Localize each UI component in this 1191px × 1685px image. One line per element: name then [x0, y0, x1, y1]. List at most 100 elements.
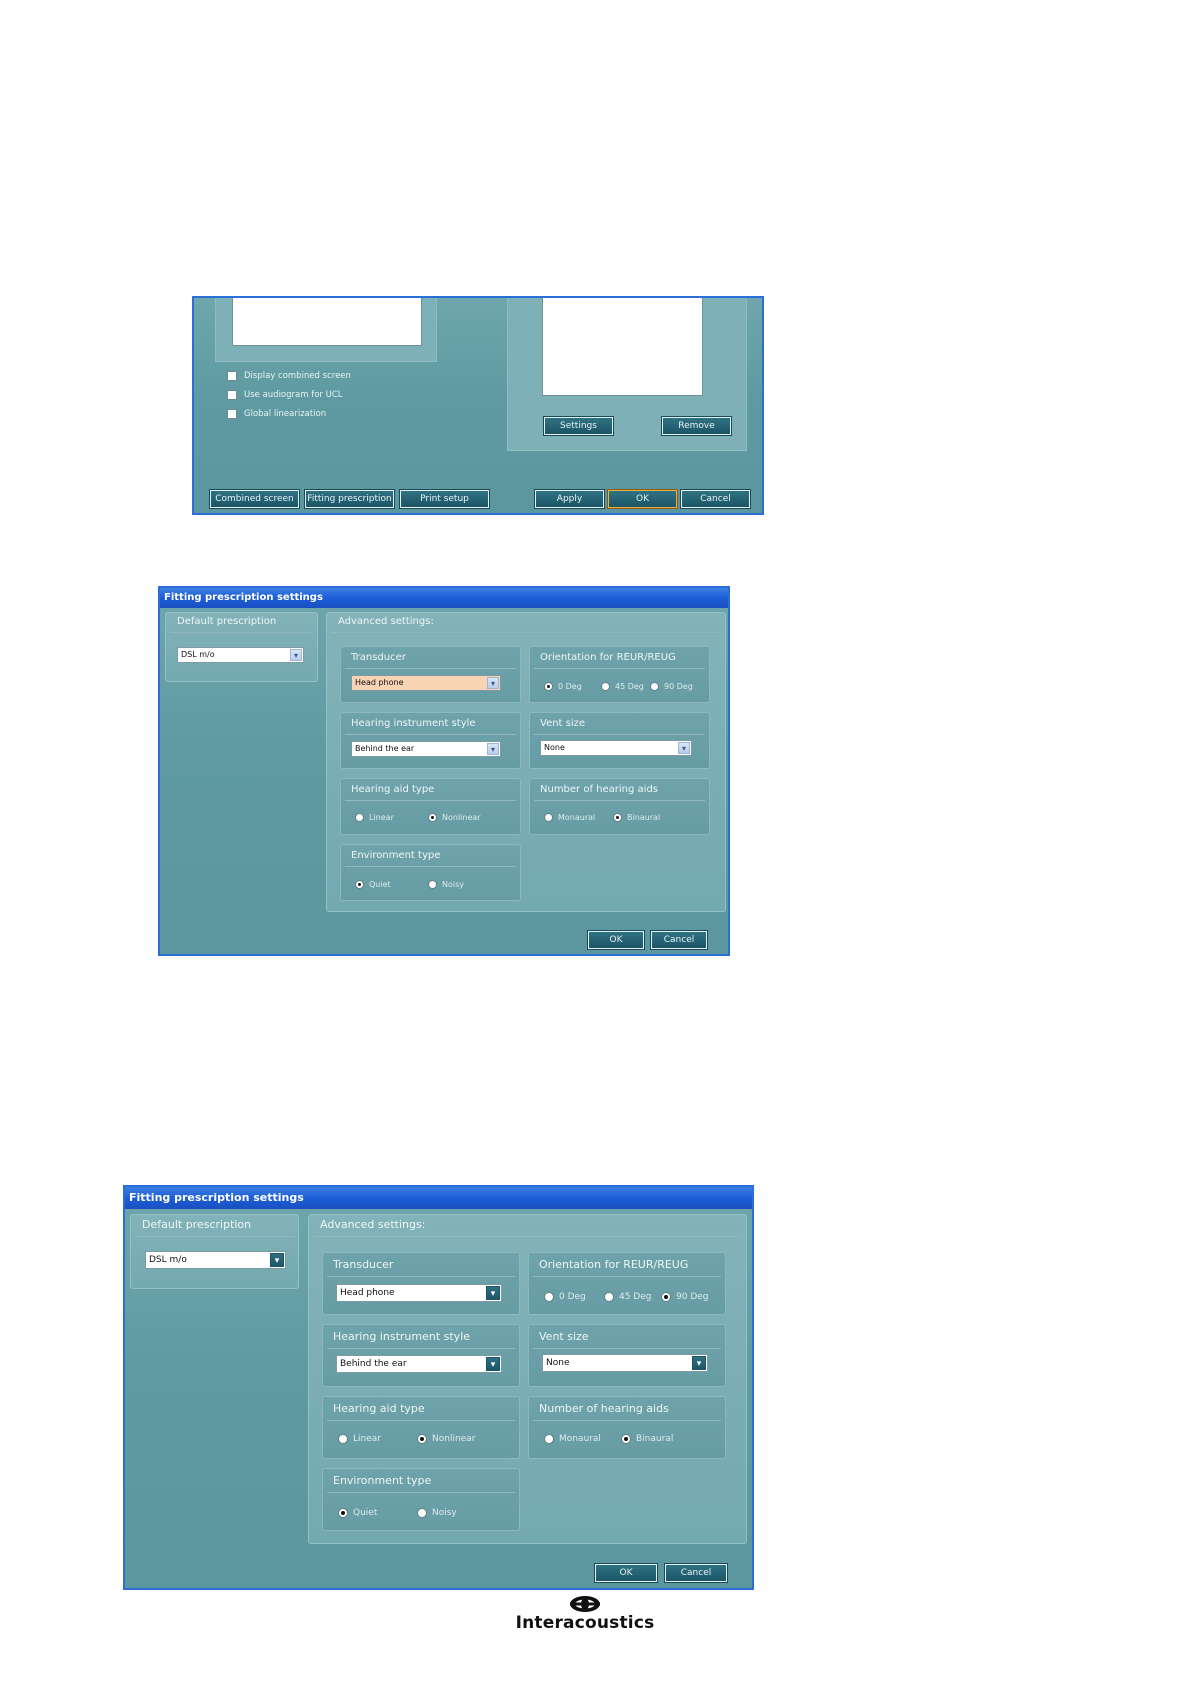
- noisy-radio[interactable]: Noisy: [417, 1508, 457, 1518]
- noisy-radio[interactable]: Noisy: [428, 880, 464, 889]
- divider: [345, 668, 516, 669]
- radio-button[interactable]: [417, 1434, 427, 1444]
- chevron-down-icon[interactable]: ▾: [486, 1357, 500, 1371]
- radio-button[interactable]: [604, 1292, 614, 1302]
- settings-button[interactable]: Settings: [543, 416, 614, 436]
- environment-type-label: Environment type: [333, 1474, 432, 1487]
- radio-button[interactable]: [544, 1292, 554, 1302]
- default-prescription-label: Default prescription: [177, 616, 277, 627]
- ok-button[interactable]: OK: [587, 930, 645, 950]
- radio-button[interactable]: [544, 813, 553, 822]
- divider: [327, 1276, 515, 1277]
- linear-radio[interactable]: Linear: [355, 813, 394, 822]
- transducer-group: Transducer Head phone ▾: [340, 646, 521, 703]
- orientation-0-deg-radio[interactable]: 0 Deg: [544, 682, 582, 691]
- divider: [331, 632, 721, 633]
- chevron-down-icon[interactable]: ▾: [487, 677, 499, 689]
- display-combined-screen-checkbox[interactable]: Display combined screen: [227, 370, 351, 382]
- default-prescription-label: Default prescription: [142, 1218, 252, 1231]
- chevron-down-icon[interactable]: ▾: [692, 1356, 706, 1370]
- advanced-settings-label: Advanced settings:: [320, 1218, 426, 1231]
- cancel-button[interactable]: Cancel: [650, 930, 708, 950]
- radio-button[interactable]: [661, 1292, 671, 1302]
- radio-button[interactable]: [601, 682, 610, 691]
- cancel-button[interactable]: Cancel: [680, 489, 751, 509]
- print-setup-button[interactable]: Print setup: [399, 489, 490, 509]
- apply-button[interactable]: Apply: [534, 489, 605, 509]
- number-of-hearing-aids-group: Number of hearing aids Monaural Binaural: [529, 778, 710, 835]
- checkbox-box[interactable]: [227, 390, 237, 400]
- use-audiogram-for-ucl-checkbox[interactable]: Use audiogram for UCL: [227, 389, 343, 401]
- ok-button[interactable]: OK: [607, 489, 678, 509]
- radio-button[interactable]: [621, 1434, 631, 1444]
- checkbox-box[interactable]: [227, 371, 237, 381]
- cancel-button[interactable]: Cancel: [664, 1563, 728, 1583]
- chevron-down-icon[interactable]: ▾: [270, 1253, 284, 1267]
- remove-button[interactable]: Remove: [661, 416, 732, 436]
- global-linearization-checkbox[interactable]: Global linearization: [227, 408, 326, 420]
- nonlinear-radio[interactable]: Nonlinear: [428, 813, 481, 822]
- monaural-radio[interactable]: Monaural: [544, 813, 595, 822]
- nonlinear-radio[interactable]: Nonlinear: [417, 1434, 475, 1444]
- combined-screen-button[interactable]: Combined screen: [209, 489, 300, 509]
- transducer-value: Head phone: [355, 678, 404, 687]
- vent-size-select[interactable]: None ▾: [540, 740, 692, 756]
- divider: [534, 800, 705, 801]
- linear-radio[interactable]: Linear: [338, 1434, 381, 1444]
- transducer-label: Transducer: [333, 1258, 394, 1271]
- default-prescription-value: DSL m/o: [149, 1255, 187, 1265]
- radio-button[interactable]: [544, 1434, 554, 1444]
- vent-size-select[interactable]: None ▾: [542, 1354, 708, 1372]
- checkbox-box[interactable]: [227, 409, 237, 419]
- monaural-radio[interactable]: Monaural: [544, 1434, 601, 1444]
- default-prescription-select[interactable]: DSL m/o ▾: [145, 1251, 286, 1269]
- divider: [533, 1348, 721, 1349]
- ok-button[interactable]: OK: [594, 1563, 658, 1583]
- radio-button[interactable]: [355, 813, 364, 822]
- chevron-down-icon[interactable]: ▾: [487, 743, 499, 755]
- radio-button[interactable]: [417, 1508, 427, 1518]
- vent-size-label: Vent size: [539, 1330, 589, 1343]
- chevron-down-icon[interactable]: ▾: [486, 1286, 500, 1300]
- orientation-0-deg-radio[interactable]: 0 Deg: [544, 1292, 586, 1302]
- number-of-hearing-aids-label: Number of hearing aids: [539, 1402, 669, 1415]
- left-list-box[interactable]: [232, 298, 422, 346]
- environment-type-group: Environment type Quiet Noisy: [322, 1468, 520, 1531]
- radio-label: Quiet: [369, 880, 391, 889]
- transducer-select[interactable]: Head phone ▾: [336, 1284, 502, 1302]
- radio-button[interactable]: [338, 1508, 348, 1518]
- divider: [533, 1276, 721, 1277]
- radio-button[interactable]: [613, 813, 622, 822]
- radio-label: Linear: [353, 1434, 381, 1444]
- fitting-prescription-button[interactable]: Fitting prescription: [304, 489, 395, 509]
- fitting-prescription-dialog-small: Fitting prescription settings Default pr…: [158, 586, 730, 956]
- radio-label: 45 Deg: [615, 682, 644, 691]
- radio-button[interactable]: [355, 880, 364, 889]
- radio-button[interactable]: [544, 682, 553, 691]
- default-prescription-select[interactable]: DSL m/o ▾: [177, 647, 304, 663]
- chevron-down-icon[interactable]: ▾: [678, 742, 690, 754]
- hearing-instrument-style-select[interactable]: Behind the ear ▾: [351, 741, 501, 757]
- transducer-group: Transducer Head phone ▾: [322, 1252, 520, 1315]
- radio-label: 90 Deg: [664, 682, 693, 691]
- radio-button[interactable]: [428, 880, 437, 889]
- radio-label: 0 Deg: [558, 682, 582, 691]
- radio-button[interactable]: [338, 1434, 348, 1444]
- hearing-instrument-style-select[interactable]: Behind the ear ▾: [336, 1355, 502, 1373]
- transducer-value: Head phone: [340, 1288, 395, 1298]
- binaural-radio[interactable]: Binaural: [621, 1434, 673, 1444]
- radio-button[interactable]: [428, 813, 437, 822]
- radio-button[interactable]: [650, 682, 659, 691]
- orientation-90-deg-radio[interactable]: 90 Deg: [661, 1292, 709, 1302]
- orientation-45-deg-radio[interactable]: 45 Deg: [604, 1292, 652, 1302]
- advanced-settings-panel: Advanced settings: Transducer Head phone…: [308, 1214, 747, 1544]
- binaural-radio[interactable]: Binaural: [613, 813, 660, 822]
- quiet-radio[interactable]: Quiet: [355, 880, 391, 889]
- hearing-instrument-style-group: Hearing instrument style Behind the ear …: [322, 1324, 520, 1387]
- orientation-45-deg-radio[interactable]: 45 Deg: [601, 682, 644, 691]
- orientation-90-deg-radio[interactable]: 90 Deg: [650, 682, 693, 691]
- transducer-select[interactable]: Head phone ▾: [351, 675, 501, 691]
- chevron-down-icon[interactable]: ▾: [290, 649, 302, 661]
- quiet-radio[interactable]: Quiet: [338, 1508, 377, 1518]
- right-list-box[interactable]: [542, 298, 703, 396]
